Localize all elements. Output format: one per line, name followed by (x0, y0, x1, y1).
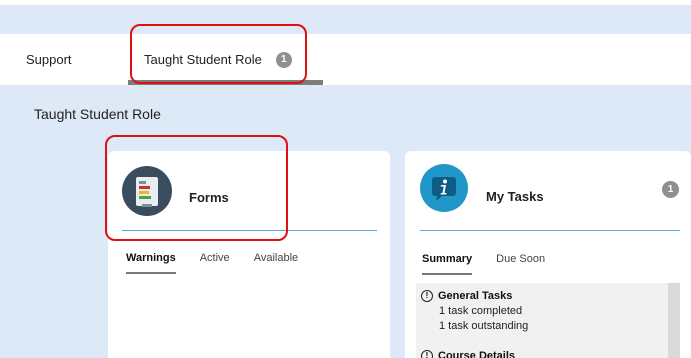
tasks-card-divider (420, 230, 680, 231)
task-group-general[interactable]: ! General Tasks 1 task completed 1 task … (421, 290, 528, 332)
forms-subtab-active[interactable]: Active (200, 252, 230, 274)
tab-highlight-annotation (130, 24, 307, 84)
tasks-count-badge: 1 (662, 181, 679, 198)
info-icon[interactable] (420, 164, 468, 212)
task-group-title: General Tasks (438, 290, 513, 302)
forms-subtab-warnings[interactable]: Warnings (126, 252, 176, 274)
forms-highlight-annotation (105, 135, 288, 241)
task-completed-text: 1 task completed (439, 305, 523, 317)
tasks-subtab-due-soon[interactable]: Due Soon (496, 253, 545, 275)
tasks-subtabs: Summary Due Soon (422, 253, 545, 277)
task-group-partial-title: Course Details (438, 350, 516, 358)
forms-subtabs: Warnings Active Available (126, 252, 298, 276)
my-tasks-card: My Tasks 1 Summary Due Soon ! General Ta… (405, 151, 691, 358)
tab-support[interactable]: Support (26, 34, 72, 85)
alert-circle-icon-2: ! (421, 350, 433, 358)
forms-subtab-available[interactable]: Available (254, 252, 298, 274)
tasks-subtab-summary[interactable]: Summary (422, 253, 473, 275)
alert-circle-icon: ! (421, 290, 433, 302)
top-strip (0, 0, 691, 5)
tab-support-label: Support (26, 52, 72, 67)
task-group-partial: ! Course Details (421, 350, 621, 358)
task-outstanding-text: 1 task outstanding (439, 320, 529, 332)
task-panel-scrollbar[interactable] (668, 283, 680, 358)
section-title: Taught Student Role (34, 106, 161, 122)
my-tasks-card-title[interactable]: My Tasks (486, 189, 544, 204)
tab-bar: Support Taught Student Role 1 (0, 34, 691, 85)
